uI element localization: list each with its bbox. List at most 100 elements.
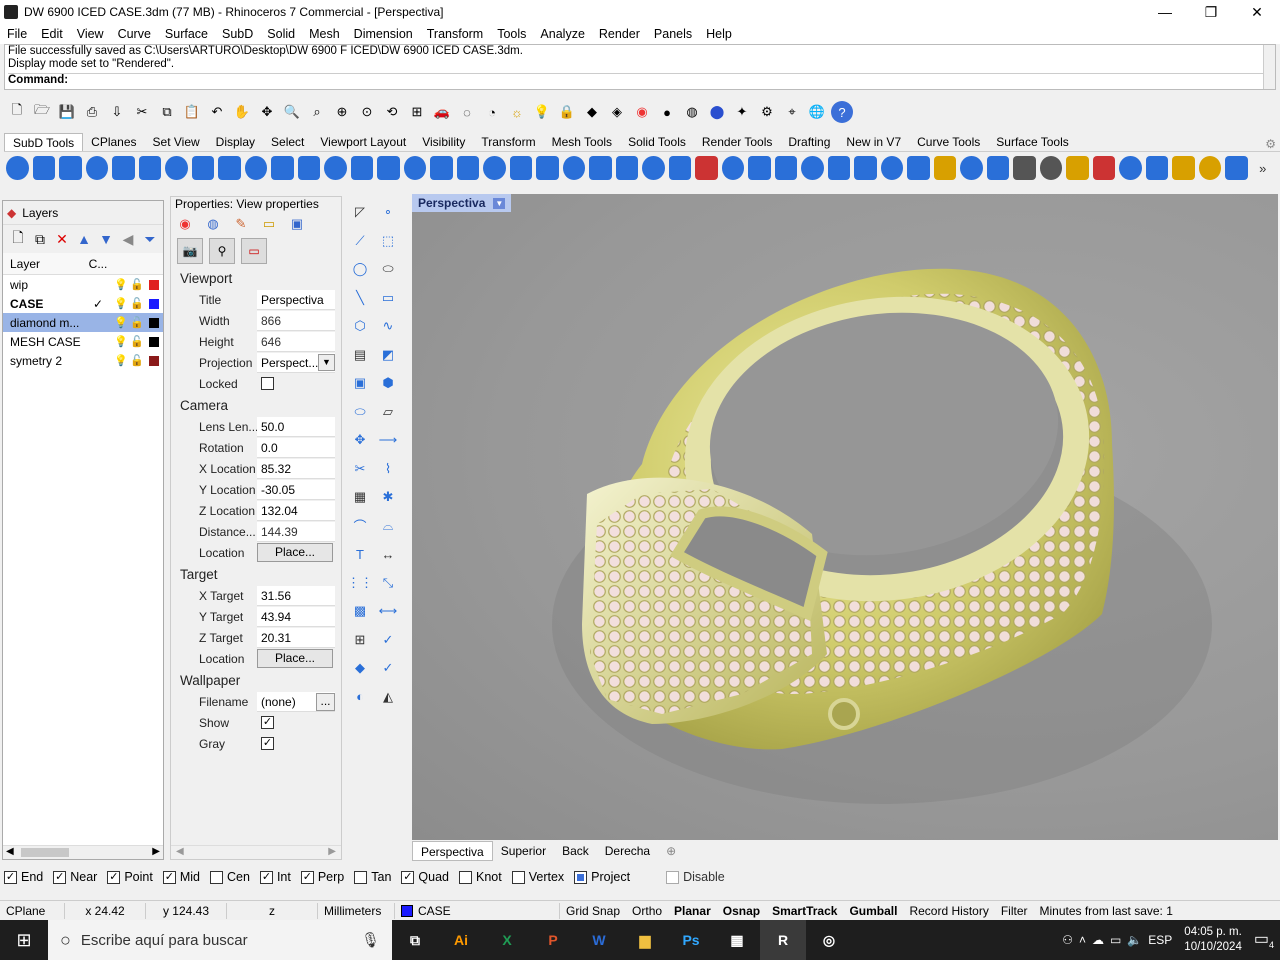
powerpoint-icon[interactable]: P <box>530 920 576 960</box>
flag-icon[interactable] <box>1172 156 1195 180</box>
copy-icon[interactable]: ⧉ <box>156 101 178 123</box>
file-explorer-icon[interactable]: ▆ <box>622 920 668 960</box>
lens-length-field[interactable]: 50.0 <box>257 416 335 437</box>
subdivide-icon[interactable] <box>509 156 532 180</box>
paste-icon[interactable]: 📋 <box>181 101 203 123</box>
projection-select[interactable]: Perspect... ▼ <box>257 352 335 373</box>
layer-color-swatch[interactable] <box>149 298 159 309</box>
more-icon[interactable]: » <box>1252 156 1275 180</box>
material-icon[interactable]: ◍ <box>203 215 223 233</box>
cylinder-icon[interactable] <box>112 156 135 180</box>
tab-render-tools[interactable]: Render Tools <box>694 133 781 151</box>
help-icon[interactable]: ? <box>831 101 853 123</box>
rotate-view-icon[interactable]: ⟲ <box>381 101 403 123</box>
thicken-icon[interactable] <box>483 156 506 180</box>
z-location-field[interactable]: 132.04 <box>257 500 335 521</box>
ellipse-icon[interactable]: ⬭ <box>376 257 400 281</box>
convert-icon[interactable] <box>1066 156 1089 180</box>
delete-icon[interactable] <box>801 156 824 180</box>
lightbulb-icon[interactable]: 💡 <box>113 354 129 367</box>
osnap-checkbox[interactable]: ✓ <box>4 870 17 884</box>
restore-button[interactable]: ❐ <box>1188 0 1234 24</box>
dimension-icon[interactable]: ↔ <box>376 542 400 566</box>
tab-new-in-v7[interactable]: New in V7 <box>838 133 909 151</box>
lightbulb-icon[interactable]: 💡 <box>113 297 129 310</box>
menu-solid[interactable]: Solid <box>260 27 302 41</box>
menu-analyze[interactable]: Analyze <box>533 27 591 41</box>
close-button[interactable]: ✕ <box>1234 0 1280 24</box>
osnap-knot[interactable]: Knot <box>459 870 502 884</box>
options-icon[interactable]: ⚙ <box>756 101 778 123</box>
osnap-vertex[interactable]: Vertex <box>511 870 564 884</box>
osnap-tan[interactable]: Tan <box>354 870 391 884</box>
layer-row[interactable]: diamond m... 💡 🔓 <box>3 313 163 332</box>
box-icon[interactable] <box>6 156 29 180</box>
menu-tools[interactable]: Tools <box>490 27 533 41</box>
current-layer-check[interactable]: ✓ <box>83 297 113 311</box>
car-icon[interactable]: 🚗 <box>431 101 453 123</box>
mesh-icon[interactable] <box>642 156 665 180</box>
tab-curve-tools[interactable]: Curve Tools <box>909 133 988 151</box>
snapshot-icon[interactable]: ◔ <box>481 101 503 123</box>
lights-icon[interactable]: ✦ <box>731 101 753 123</box>
move-parent-icon[interactable]: ◀ <box>117 231 139 248</box>
help-panel-icon[interactable]: ▣ <box>287 215 307 233</box>
language-indicator[interactable]: ESP <box>1148 933 1172 947</box>
layer-color-swatch[interactable] <box>149 355 159 366</box>
rhino-taskbar-icon[interactable]: R <box>760 920 806 960</box>
osnap-int[interactable]: ✓ Int <box>259 870 291 884</box>
windows-start-icon[interactable]: ⊞ <box>0 920 48 960</box>
x-location-field[interactable]: 85.32 <box>257 458 335 479</box>
print-icon[interactable]: ⎙ <box>81 101 103 123</box>
network-icon[interactable]: ▭ <box>1110 933 1121 947</box>
task-view-icon[interactable]: ⧉ <box>392 920 438 960</box>
taskbar-search[interactable]: ○ Escribe aquí para buscar 🎙 <box>48 920 392 960</box>
new-layer-icon[interactable]: 🗋 <box>7 227 29 251</box>
delete-layer-icon[interactable]: ✕ <box>51 231 73 248</box>
layer-row[interactable]: wip 💡 🔓 <box>3 275 163 294</box>
zoom-extents-icon[interactable]: ⊕ <box>331 101 353 123</box>
rectangle-icon[interactable]: ▭ <box>376 286 400 310</box>
points-icon[interactable] <box>668 156 691 180</box>
tab-viewport-layout[interactable]: Viewport Layout <box>312 133 414 151</box>
render-mesh-icon[interactable]: ◆ <box>348 656 372 680</box>
lock-icon[interactable]: 🔒 <box>556 101 578 123</box>
mirror-icon[interactable] <box>695 156 718 180</box>
tab-derecha[interactable]: Derecha <box>597 841 658 861</box>
insert-edge-icon[interactable] <box>774 156 797 180</box>
tape-icon[interactable]: ⟷ <box>376 599 400 623</box>
trim-icon[interactable]: ✂ <box>348 457 372 481</box>
add-viewport-icon[interactable]: ⊕ <box>658 841 684 861</box>
lock-icon[interactable]: 🔓 <box>129 278 145 291</box>
perspective-viewport[interactable]: Perspectiva ▼ <box>412 194 1278 840</box>
osnap-checkbox[interactable] <box>666 870 680 884</box>
lock-icon[interactable]: 🔓 <box>129 316 145 329</box>
locked-checkbox[interactable] <box>261 377 274 390</box>
browse-button[interactable]: ... <box>316 692 335 711</box>
blend-icon[interactable]: ⌒ <box>348 514 372 538</box>
current-layer[interactable]: CASE <box>395 904 559 918</box>
osnap-checkbox[interactable]: ✓ <box>162 870 176 884</box>
shade-icon[interactable]: ◐ <box>348 685 372 709</box>
gumball-icon[interactable]: ⌖ <box>781 101 803 123</box>
tab-cplanes[interactable]: CPlanes <box>83 133 144 151</box>
render-icon[interactable]: ⬤ <box>706 101 728 123</box>
extrude-icon[interactable] <box>377 156 400 180</box>
smarttrack-toggle[interactable]: SmartTrack <box>766 904 843 918</box>
osnap-cen[interactable]: Cen <box>210 870 250 884</box>
osnap-mid[interactable]: ✓ Mid <box>162 870 200 884</box>
pyramid-icon[interactable] <box>85 156 108 180</box>
osnap-checkbox[interactable]: ✓ <box>401 870 415 884</box>
transform-icon[interactable]: ✥ <box>348 428 372 452</box>
tab-display[interactable]: Display <box>208 133 263 151</box>
tools-icon[interactable] <box>1039 156 1062 180</box>
viewport-frame-icon[interactable]: ▭ <box>241 238 267 264</box>
word-icon[interactable]: W <box>576 920 622 960</box>
menu-transform[interactable]: Transform <box>420 27 491 41</box>
command-scrollbar[interactable] <box>1263 45 1275 89</box>
layers-panel-title[interactable]: Layers <box>22 206 58 220</box>
smooth-icon[interactable] <box>854 156 877 180</box>
calculator-icon[interactable]: ▦ <box>714 920 760 960</box>
lightbulb-icon[interactable]: 💡 <box>113 278 129 291</box>
excel-icon[interactable]: X <box>484 920 530 960</box>
